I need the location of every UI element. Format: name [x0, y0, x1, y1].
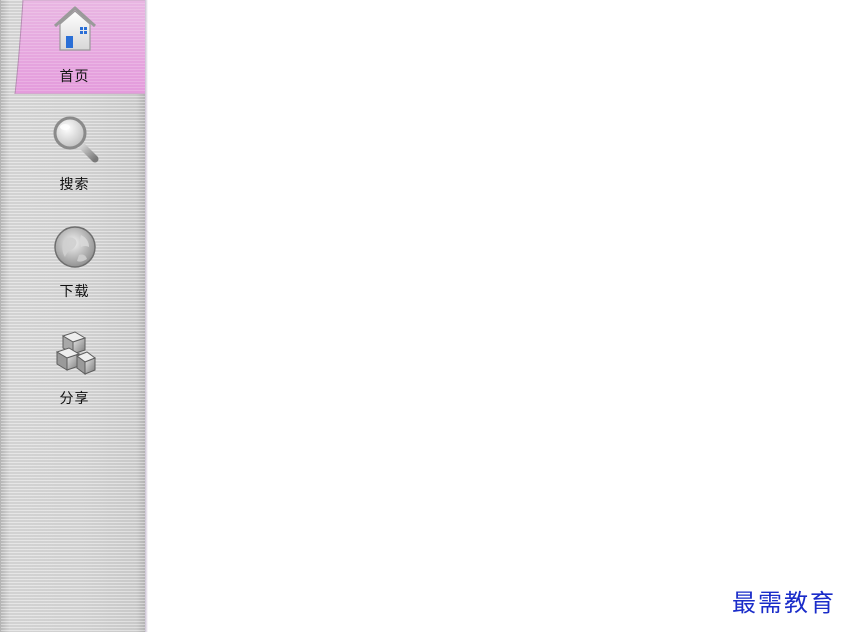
app-window: 首页 搜索 下载 分享 最需教育: [0, 0, 844, 632]
sidebar-item-search[interactable]: 搜索: [1, 108, 148, 208]
cubes-icon: [55, 331, 96, 375]
main-content-area: [148, 0, 844, 632]
sidebar-item-home[interactable]: 首页: [1, 0, 148, 100]
search-icon: [53, 116, 98, 163]
home-icon: [53, 6, 96, 51]
sidebar-item-label: 下载: [59, 284, 90, 300]
sidebar-item-label: 首页: [59, 69, 90, 85]
sidebar-item-share[interactable]: 分享: [1, 322, 148, 422]
sidebar: 首页 搜索 下载 分享: [0, 0, 148, 632]
sidebar-item-download[interactable]: 下载: [1, 215, 148, 315]
sidebar-item-label: 搜索: [59, 177, 90, 193]
globe-icon: [53, 226, 96, 268]
sidebar-item-label: 分享: [59, 391, 90, 407]
watermark-text: 最需教育: [732, 589, 836, 617]
